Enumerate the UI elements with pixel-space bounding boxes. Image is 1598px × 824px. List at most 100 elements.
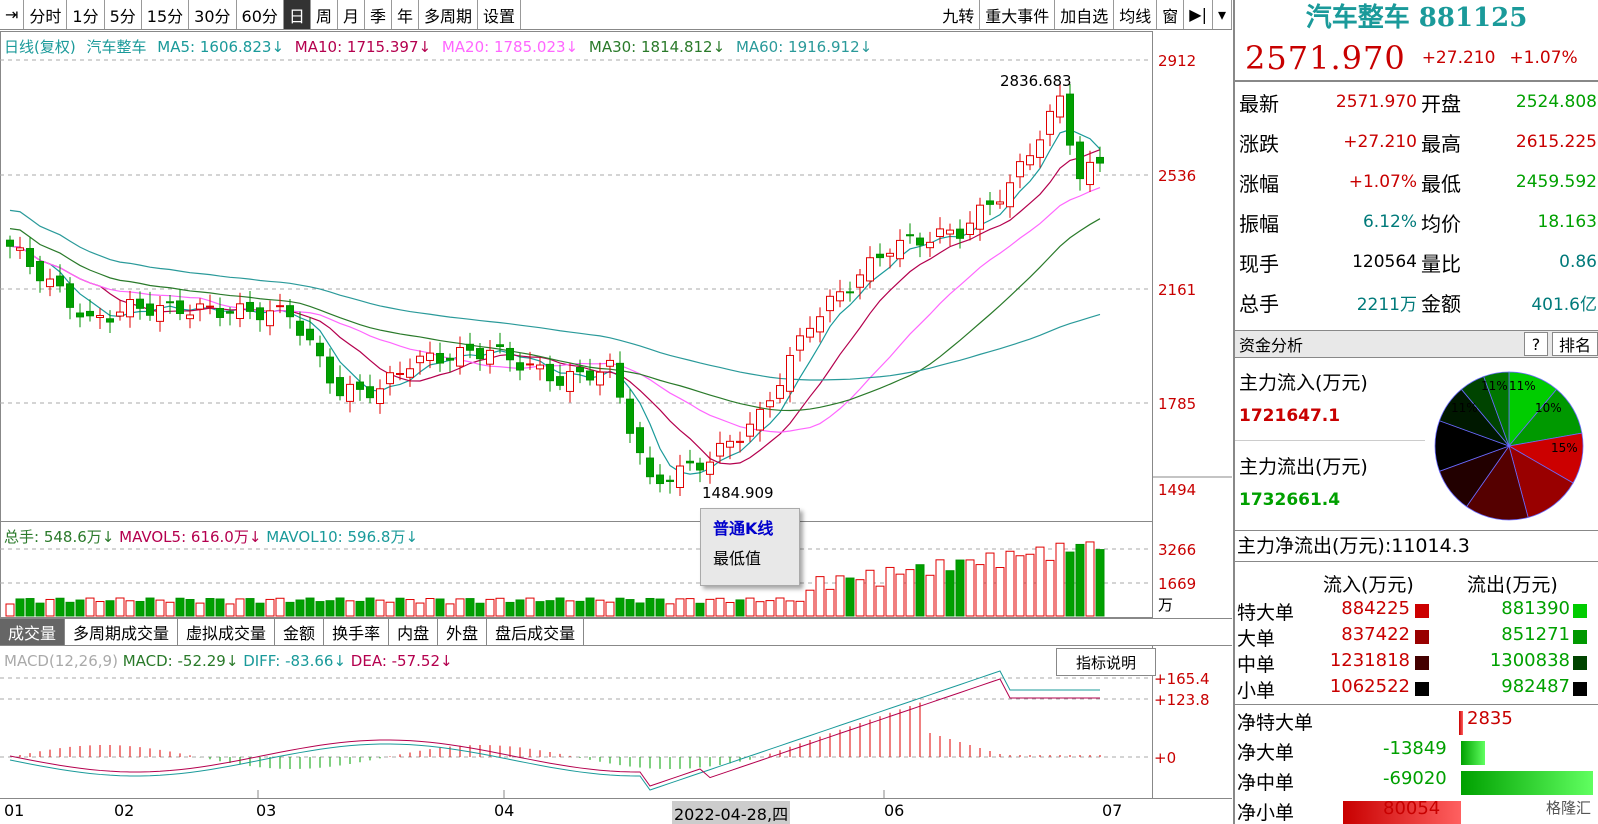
- volume-bar: [395, 597, 405, 617]
- date-tick-0: 01: [4, 801, 25, 820]
- order-outflow: 1300838: [1489, 650, 1570, 671]
- quote-l1: 振幅: [1239, 211, 1279, 236]
- net-order-value: 2835: [1467, 708, 1513, 729]
- volume-bar: [995, 567, 1005, 617]
- volume-bar: [345, 600, 355, 617]
- vol-tab-6[interactable]: 外盘: [438, 619, 488, 645]
- candle: [676, 454, 684, 496]
- net-bar: [1459, 711, 1463, 735]
- quote-v1: 2571.970: [1335, 92, 1417, 112]
- vol-tab-1[interactable]: 多周期成交量: [65, 619, 179, 645]
- volume-bar: [175, 597, 185, 617]
- vol-tab-7[interactable]: 盘后成交量: [487, 619, 585, 645]
- inflow-swatch: [1415, 630, 1429, 644]
- volume-bar: [935, 559, 945, 617]
- volume-bar: [355, 600, 365, 617]
- net-outflow-label: 主力净流出(万元):: [1237, 535, 1392, 557]
- diff-legend: DIFF: -83.66↓: [243, 652, 347, 670]
- net-bar: [1461, 771, 1593, 795]
- volume-bar: [375, 599, 385, 617]
- volume-tabs: 成交量 多周期成交量 虚拟成交量 金额 换手率 内盘 外盘 盘后成交量: [0, 618, 1232, 646]
- candle: [1006, 174, 1014, 218]
- order-label: 中单: [1237, 654, 1276, 676]
- ma5-legend: MA5: 1606.823↓: [157, 38, 285, 56]
- candle: [386, 365, 394, 396]
- volume-bar: [625, 599, 635, 617]
- quote-row: 总手 2211万 金额 401.6亿: [1235, 282, 1598, 322]
- volume-bar: [515, 599, 525, 617]
- volume-bar: [525, 597, 535, 617]
- candle: [766, 391, 774, 418]
- quote-l2: 量比: [1421, 251, 1461, 276]
- net-order-label: 净特大单: [1237, 712, 1314, 734]
- last-price: 2571.970: [1245, 39, 1406, 77]
- volume-bar: [775, 597, 785, 617]
- volume-bar: [1055, 542, 1065, 617]
- vol-tab-2[interactable]: 虚拟成交量: [178, 619, 276, 645]
- indicator-explain-button[interactable]: 指标说明: [1056, 648, 1156, 676]
- net-order-row: 净大单 -13849: [1235, 738, 1598, 768]
- candle: [416, 350, 424, 375]
- candle: [546, 355, 554, 392]
- volume-bar: [845, 577, 855, 617]
- price-tick: 1785: [1158, 395, 1196, 413]
- macd-tick: +165.4: [1154, 670, 1210, 688]
- quote-l1: 最新: [1239, 91, 1279, 116]
- quote-v2: 2615.225: [1515, 132, 1597, 152]
- volume-bar: [245, 598, 255, 617]
- pie-label: 11%: [1509, 379, 1536, 393]
- candle: [246, 291, 254, 320]
- volume-bar: [385, 601, 395, 617]
- candle: [826, 289, 834, 323]
- pie-label: 11%: [1451, 401, 1478, 415]
- volume-bar: [785, 600, 795, 617]
- volume-bar: [45, 598, 55, 617]
- rank-button[interactable]: 排名: [1552, 332, 1598, 356]
- candle: [786, 346, 794, 403]
- candle: [586, 358, 594, 386]
- pie-label: 10%: [1535, 401, 1562, 415]
- ma20-legend: MA20: 1785.023↓: [441, 38, 579, 56]
- order-label: 小单: [1237, 680, 1276, 702]
- volume-bar: [445, 603, 455, 617]
- volume-bar: [5, 603, 15, 617]
- volume-bar: [795, 600, 805, 617]
- outflow-value: 1732661.4: [1239, 490, 1341, 510]
- candle: [1076, 136, 1084, 191]
- candle: [626, 388, 634, 444]
- volume-bar: [295, 599, 305, 617]
- volume-bar: [765, 600, 775, 617]
- quote-v2: 2524.808: [1515, 92, 1597, 112]
- outflow-label: 主力流出(万元): [1239, 456, 1368, 478]
- volume-bar: [555, 597, 565, 617]
- order-header: 流入(万元) 流出(万元): [1235, 566, 1598, 598]
- net-order-label: 净小单: [1237, 802, 1295, 824]
- vol-tab-0[interactable]: 成交量: [0, 619, 66, 645]
- help-button[interactable]: ?: [1524, 332, 1548, 356]
- quote-l2: 开盘: [1421, 91, 1461, 116]
- dea-legend: DEA: -57.52↓: [350, 652, 453, 670]
- vol-tab-5[interactable]: 内盘: [389, 619, 439, 645]
- ma-line: [9, 218, 1101, 412]
- candle: [136, 291, 144, 320]
- ma-line: [9, 187, 1101, 433]
- candle: [146, 291, 154, 321]
- kline-type-label: 日线(复权): [4, 38, 76, 56]
- quote-v2: 401.6亿: [1531, 294, 1597, 315]
- quote-row: 涨幅 +1.07% 最低 2459.592: [1235, 162, 1598, 202]
- outflow-swatch: [1573, 604, 1587, 618]
- inflow-swatch: [1415, 656, 1429, 670]
- volume-bar: [965, 559, 975, 617]
- pane-frame: [0, 31, 1153, 522]
- candle: [556, 364, 564, 391]
- candle: [366, 374, 374, 404]
- kline-chart[interactable]: 2912 2536 2161 1785 1494 3266 1669 万 +165.4 +123.…: [0, 0, 1232, 798]
- volume-bar: [685, 598, 695, 617]
- vol-tab-4[interactable]: 换手率: [324, 619, 390, 645]
- candle: [46, 268, 54, 297]
- volume-bar: [435, 598, 445, 617]
- volume-bar: [835, 575, 845, 617]
- vol-tab-3[interactable]: 金额: [275, 619, 325, 645]
- volume-bar: [335, 597, 345, 617]
- volume-bar: [1025, 553, 1035, 617]
